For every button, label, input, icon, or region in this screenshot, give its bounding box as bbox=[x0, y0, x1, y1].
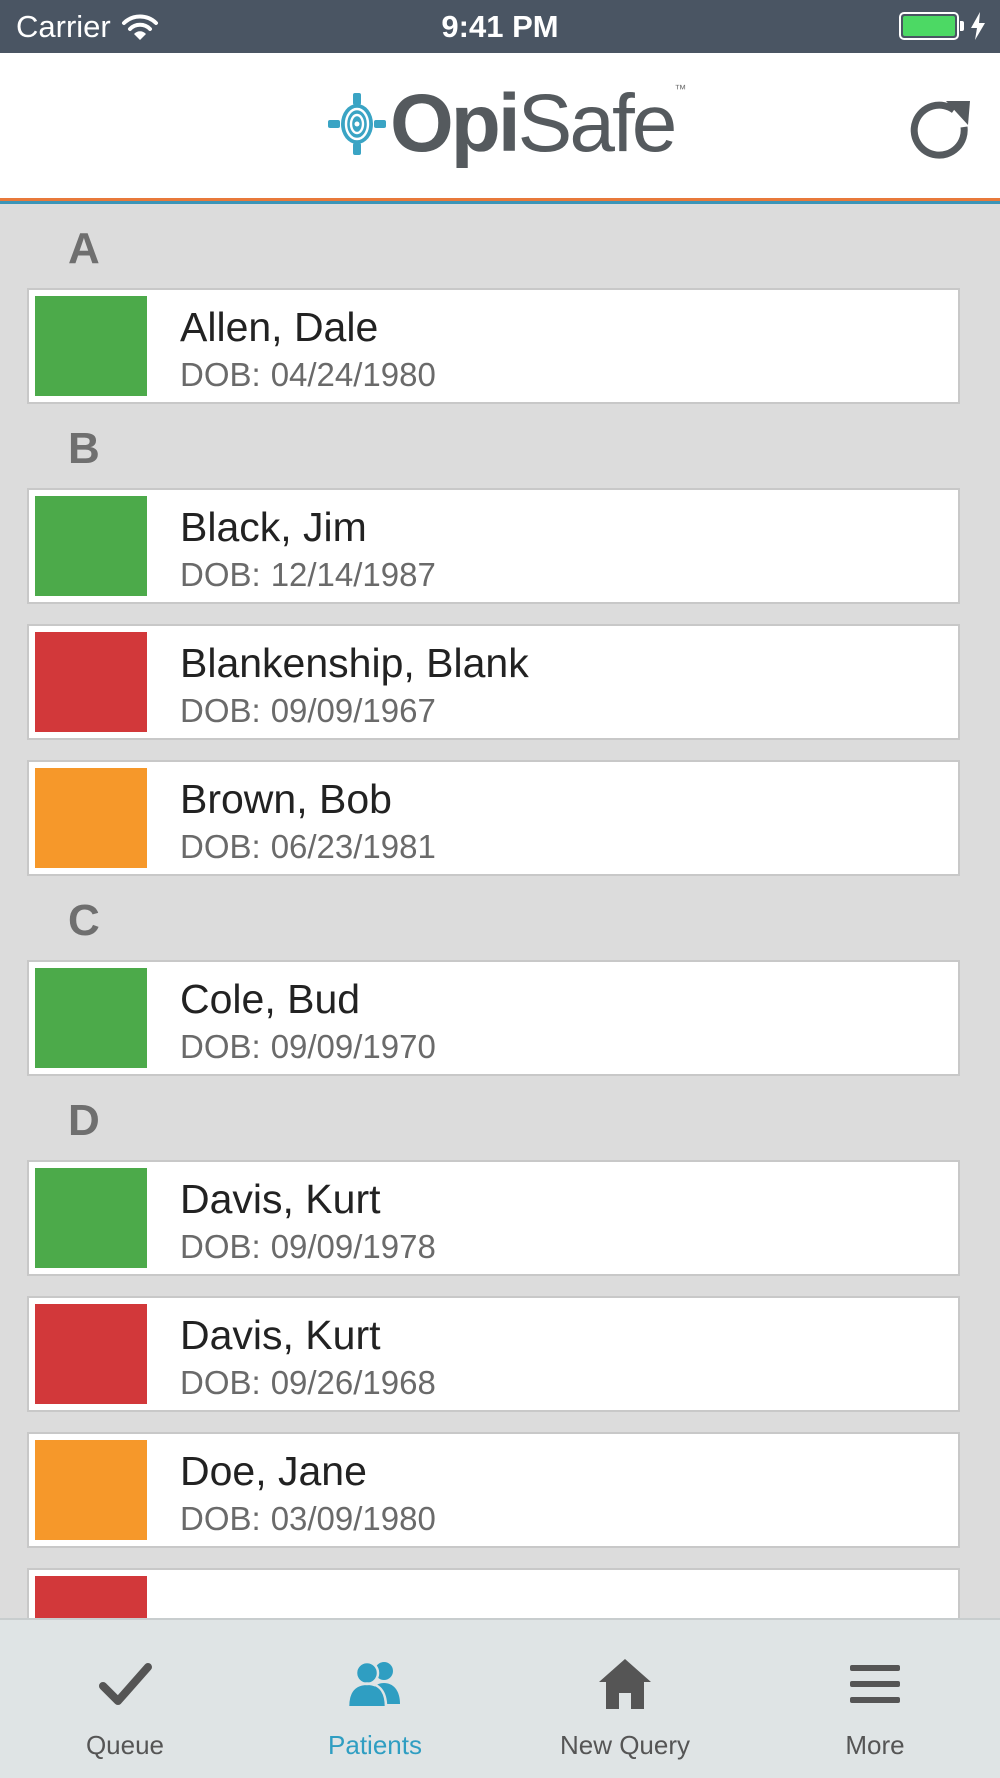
home-icon bbox=[599, 1659, 651, 1709]
section-header-d: D bbox=[68, 1096, 100, 1145]
battery-icon bbox=[899, 12, 959, 40]
tab-label: Patients bbox=[328, 1730, 422, 1760]
patient-row[interactable]: Allen, Dale DOB: 04/24/1980 bbox=[27, 288, 960, 404]
dob-value: 06/23/1981 bbox=[270, 828, 436, 865]
tab-more[interactable]: More bbox=[750, 1620, 1000, 1778]
dob-value: 09/09/1978 bbox=[270, 1228, 436, 1265]
dob-label: DOB: bbox=[180, 1228, 261, 1265]
tab-label: More bbox=[845, 1730, 905, 1760]
risk-status-swatch bbox=[35, 296, 147, 396]
dob-label: DOB: bbox=[180, 556, 261, 593]
patient-dob: DOB: 09/09/1978 bbox=[180, 1228, 436, 1266]
patient-name: Davis, Kurt bbox=[180, 1176, 381, 1222]
risk-status-swatch bbox=[35, 496, 147, 596]
patient-row[interactable]: Blankenship, Blank DOB: 09/09/1967 bbox=[27, 624, 960, 740]
patients-icon bbox=[347, 1660, 400, 1708]
dob-label: DOB: bbox=[180, 1364, 261, 1401]
patient-name: Davis, Kurt bbox=[180, 1312, 381, 1358]
status-time: 9:41 PM bbox=[441, 9, 559, 44]
dob-value: 04/24/1980 bbox=[270, 356, 436, 393]
tab-queue[interactable]: Queue bbox=[0, 1620, 250, 1778]
section-header-b: B bbox=[68, 424, 100, 473]
dob-value: 09/09/1967 bbox=[270, 692, 436, 729]
battery-tip bbox=[960, 21, 964, 31]
status-bar: Carrier 9:41 PM bbox=[0, 0, 1000, 53]
patient-row-partial[interactable] bbox=[27, 1568, 960, 1618]
charging-bolt-icon bbox=[971, 12, 985, 40]
patient-name: Doe, Jane bbox=[180, 1448, 367, 1494]
dob-value: 09/09/1970 bbox=[270, 1028, 436, 1065]
risk-status-swatch bbox=[35, 768, 147, 868]
patient-name: Allen, Dale bbox=[180, 304, 379, 350]
patient-name: Blankenship, Blank bbox=[180, 640, 529, 686]
patient-list[interactable]: A Allen, Dale DOB: 04/24/1980 B Black, Ji… bbox=[0, 204, 1000, 1618]
patient-dob: DOB: 09/26/1968 bbox=[180, 1364, 436, 1402]
dob-value: 12/14/1987 bbox=[270, 556, 436, 593]
risk-status-swatch bbox=[35, 1576, 147, 1618]
risk-status-swatch bbox=[35, 968, 147, 1068]
patient-dob: DOB: 06/23/1981 bbox=[180, 828, 436, 866]
dob-label: DOB: bbox=[180, 828, 261, 865]
refresh-icon[interactable] bbox=[906, 95, 978, 167]
logo-trademark: ™ bbox=[674, 82, 686, 96]
dob-label: DOB: bbox=[180, 1500, 261, 1537]
dob-label: DOB: bbox=[180, 356, 261, 393]
patient-dob: DOB: 09/09/1970 bbox=[180, 1028, 436, 1066]
patient-dob: DOB: 03/09/1980 bbox=[180, 1500, 436, 1538]
logo-safe: Safe bbox=[517, 78, 678, 169]
patient-dob: DOB: 09/09/1967 bbox=[180, 692, 436, 730]
opisafe-logo: OpiSafe™ bbox=[328, 82, 686, 165]
risk-status-swatch bbox=[35, 632, 147, 732]
tab-bar: Queue Patients New Query More bbox=[0, 1618, 1000, 1778]
section-header-a: A bbox=[68, 224, 100, 273]
patient-row[interactable]: Davis, Kurt DOB: 09/26/1968 bbox=[27, 1296, 960, 1412]
menu-icon bbox=[850, 1665, 900, 1703]
patient-row[interactable]: Doe, Jane DOB: 03/09/1980 bbox=[27, 1432, 960, 1548]
risk-status-swatch bbox=[35, 1304, 147, 1404]
logo-wordmark: OpiSafe™ bbox=[390, 82, 686, 165]
app-header: OpiSafe™ bbox=[0, 53, 1000, 198]
patient-name: Brown, Bob bbox=[180, 776, 392, 822]
patient-row[interactable]: Brown, Bob DOB: 06/23/1981 bbox=[27, 760, 960, 876]
section-header-c: C bbox=[68, 896, 100, 945]
checkmark-icon bbox=[99, 1663, 152, 1705]
risk-status-swatch bbox=[35, 1168, 147, 1268]
patient-name: Cole, Bud bbox=[180, 976, 361, 1022]
patient-name: Black, Jim bbox=[180, 504, 367, 550]
tab-new-query[interactable]: New Query bbox=[500, 1620, 750, 1778]
tab-label: Queue bbox=[85, 1730, 165, 1760]
risk-status-swatch bbox=[35, 1440, 147, 1540]
logo-opi: Opi bbox=[390, 78, 521, 169]
tab-label: New Query bbox=[559, 1730, 691, 1760]
patient-dob: DOB: 04/24/1980 bbox=[180, 356, 436, 394]
patient-row[interactable]: Cole, Bud DOB: 09/09/1970 bbox=[27, 960, 960, 1076]
tab-patients[interactable]: Patients bbox=[250, 1620, 500, 1778]
dob-label: DOB: bbox=[180, 692, 261, 729]
patient-row[interactable]: Davis, Kurt DOB: 09/09/1978 bbox=[27, 1160, 960, 1276]
patient-row[interactable]: Black, Jim DOB: 12/14/1987 bbox=[27, 488, 960, 604]
battery-fill bbox=[903, 16, 955, 36]
logo-cross-icon bbox=[328, 93, 386, 155]
patient-dob: DOB: 12/14/1987 bbox=[180, 556, 436, 594]
dob-label: DOB: bbox=[180, 1028, 261, 1065]
dob-value: 03/09/1980 bbox=[270, 1500, 436, 1537]
dob-value: 09/26/1968 bbox=[270, 1364, 436, 1401]
battery-indicator bbox=[899, 12, 986, 40]
